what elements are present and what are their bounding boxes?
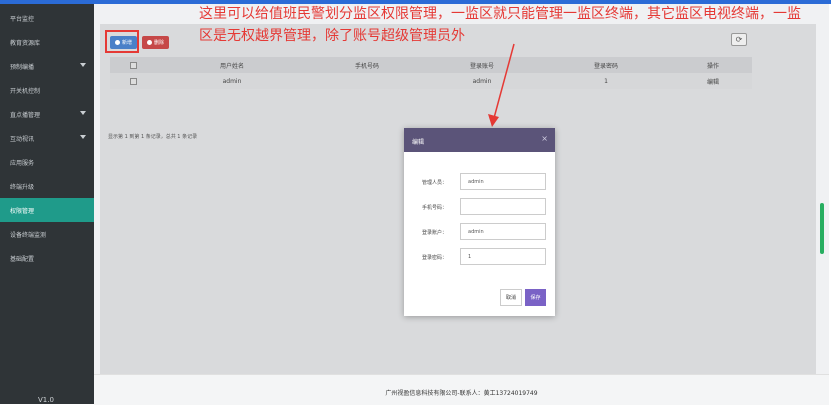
column-header: 登录密码 (593, 62, 618, 70)
sidebar-item-live-vod[interactable]: 直点播管理 (0, 102, 94, 126)
phone-input[interactable] (460, 198, 546, 215)
field-label-phone: 手机号码： (422, 205, 448, 211)
sidebar-item-app-service[interactable]: 应用服务 (0, 150, 94, 174)
arrow-head (488, 114, 499, 127)
delete-button-label: 删除 (153, 40, 164, 46)
sidebar-item-label: 教育资源库 (10, 39, 41, 47)
chevron-down-icon (80, 135, 86, 139)
save-button[interactable]: 保存 (525, 289, 546, 306)
table-row: admin admin 1 编辑 (110, 73, 752, 89)
sidebar-item-label: 平台监控 (10, 15, 35, 23)
annotation-highlight-box (105, 30, 139, 53)
chevron-down-icon (80, 111, 86, 115)
table-header-row: 用户姓名 手机号码 登录账号 登录密码 操作 (110, 57, 752, 73)
sidebar-item-label: 预制编播 (10, 63, 35, 71)
sidebar-item-label: 应用服务 (10, 159, 35, 167)
sidebar-item-label: 权限管理 (10, 207, 35, 215)
column-header: 操作 (706, 62, 719, 70)
sidebar-item-platform-monitor[interactable]: 平台监控 (0, 6, 94, 30)
sidebar-item-label: 基础配置 (10, 255, 35, 263)
annotation-arrow (488, 43, 515, 127)
sidebar-item-power-control[interactable]: 开关机控制 (0, 78, 94, 102)
field-label-account: 登录账户： (422, 230, 448, 236)
field-label-password: 登录密码： (422, 255, 448, 261)
sidebar-item-permissions[interactable]: 权限管理 (0, 198, 94, 222)
sidebar-item-preset-broadcast[interactable]: 预制编播 (0, 54, 94, 78)
select-all-cell[interactable] (110, 57, 156, 73)
sidebar-item-label: 开关机控制 (10, 87, 41, 95)
cell-phone (308, 73, 426, 89)
chevron-down-icon (80, 63, 86, 67)
dialog-header: 编辑 × (404, 128, 555, 152)
sidebar-item-label: 设备终端监测 (10, 231, 47, 239)
sidebar-item-label: 直点播管理 (10, 111, 41, 119)
table-empty-row (110, 89, 752, 105)
account-input[interactable]: admin (460, 223, 546, 240)
dialog-title: 编辑 (412, 139, 425, 146)
sidebar-item-terminal-upgrade[interactable]: 终端升级 (0, 174, 94, 198)
version-label: V1.0 (38, 396, 54, 404)
manager-input[interactable]: admin (460, 173, 546, 190)
minus-circle-icon (146, 40, 152, 45)
cell-name: admin (222, 77, 242, 85)
row-select-cell[interactable] (110, 73, 156, 89)
pagination-summary: 显示第 1 到第 1 条记录，总共 1 条记录 (108, 134, 198, 140)
password-input[interactable]: 1 (460, 248, 546, 265)
cell-password: 1 (604, 77, 608, 85)
footer-text: 广州视盈信息科技有限公司-联系人：黄工13724019749 (385, 390, 538, 397)
column-header: 用户姓名 (219, 62, 244, 70)
sidebar-item-device-monitor[interactable]: 设备终端监测 (0, 222, 94, 246)
sidebar-item-basic-config[interactable]: 基础配置 (0, 246, 94, 270)
sidebar-item-label: 互动视讯 (10, 135, 35, 143)
select-all-checkbox[interactable] (129, 61, 137, 69)
sidebar-item-interactive-video[interactable]: 互动视讯 (0, 126, 94, 150)
scrollbar-thumb[interactable] (820, 203, 824, 254)
user-table: 用户姓名 手机号码 登录账号 登录密码 操作 admin admin 1 编辑 (110, 57, 752, 105)
sidebar-item-label: 终端升级 (10, 183, 35, 191)
delete-button[interactable]: 删除 (142, 36, 169, 49)
sidebar: 平台监控 教育资源库 预制编播 开关机控制 直点播管理 互动视讯 应用服务 终端… (0, 4, 94, 404)
column-header: 手机号码 (354, 62, 379, 70)
edit-dialog: 编辑 × 管理人员： admin 手机号码： 登录账户： admin 登录密码：… (404, 128, 555, 316)
edit-link[interactable]: 编辑 (674, 73, 752, 89)
footer: 广州视盈信息科技有限公司-联系人：黄工13724019749 (94, 374, 829, 405)
cancel-button[interactable]: 取消 (500, 289, 522, 306)
field-label-manager: 管理人员： (422, 180, 448, 186)
sidebar-item-edu-resources[interactable]: 教育资源库 (0, 30, 94, 54)
row-checkbox[interactable] (129, 77, 137, 85)
arrow-shaft (493, 43, 515, 119)
close-icon[interactable]: × (541, 134, 548, 143)
